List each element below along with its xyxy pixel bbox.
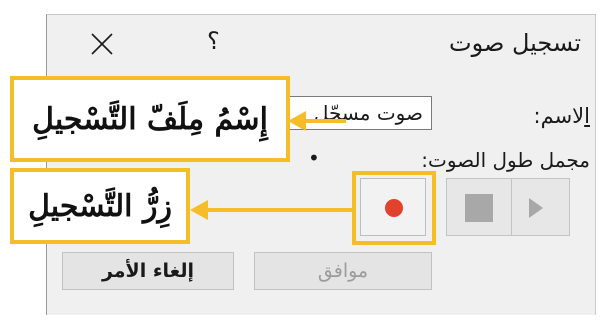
- dialog-title: تسجيل صوت: [449, 29, 581, 57]
- duration-label: مجمل طول الصوت:: [421, 148, 590, 172]
- close-icon[interactable]: [87, 29, 117, 59]
- cancel-button[interactable]: إلغاء الأمر: [62, 252, 234, 290]
- name-callout: إِسْمُ مِلَفّ التَّسْجيلِ: [10, 76, 290, 162]
- duration-value: •: [308, 146, 320, 170]
- name-label: الاسم:: [534, 104, 590, 128]
- help-button[interactable]: ؟: [207, 27, 220, 55]
- play-button[interactable]: [504, 178, 570, 236]
- name-label-accelerator: ا: [584, 104, 590, 128]
- stop-button[interactable]: [446, 178, 512, 236]
- record-callout: زِرُّ التَّسْجيلِ: [10, 168, 190, 244]
- dialog-titlebar: تسجيل صوت ؟: [47, 15, 595, 77]
- stop-icon: [465, 194, 493, 222]
- play-icon: [529, 198, 543, 218]
- record-button-highlight: [352, 171, 436, 245]
- tutorial-screenshot: تسجيل صوت ؟ الاسم: مجمل طول الصوت: • موا…: [0, 0, 604, 322]
- name-label-text: لاسم:: [533, 104, 585, 128]
- ok-button[interactable]: موافق: [254, 252, 432, 290]
